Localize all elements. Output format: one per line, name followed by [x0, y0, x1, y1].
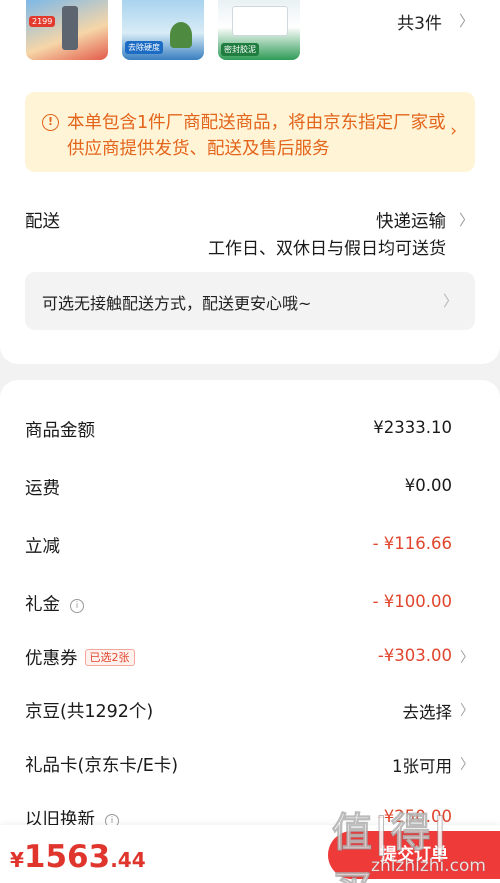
delivery-label: 配送	[25, 212, 60, 232]
coupon-label-wrap: 优惠券 已选2张	[25, 645, 135, 670]
delivery-method[interactable]: 快递运输	[376, 208, 446, 233]
discount-label: 立减	[25, 537, 60, 557]
total-decimal: .44	[110, 848, 146, 872]
product-thumb-3[interactable]: 密封胶泥	[218, 0, 300, 60]
item-count-label[interactable]: 共3件	[397, 9, 442, 34]
chevron-right-icon: 〉	[460, 703, 474, 719]
product-image-shape	[62, 6, 78, 50]
shipping-row: 运费 ¥0.00	[0, 472, 500, 502]
total-integer: 1563	[23, 839, 111, 875]
jingdou-row[interactable]: 京豆(共1292个) 去选择 〉	[0, 695, 500, 725]
coupon-value: -¥303.00	[377, 646, 452, 665]
total-currency: ¥	[10, 848, 24, 872]
shipping-label: 运费	[25, 479, 60, 499]
submit-order-button[interactable]: 提交订单	[328, 831, 500, 879]
product-thumb-1[interactable]: 2199	[26, 0, 108, 60]
chevron-right-icon: 〉	[460, 650, 474, 666]
contactless-delivery-option[interactable]: 可选无接触配送方式，配送更安心哦~ 〉	[25, 272, 475, 330]
jingdou-label: 京豆(共1292个)	[25, 702, 154, 722]
product-thumbnails[interactable]: 2199 去除硬度 密封胶泥	[26, 0, 300, 60]
gift-money-label: 礼金	[25, 595, 60, 615]
coupon-label: 优惠券	[25, 649, 78, 669]
chevron-right-icon[interactable]: 〉	[459, 10, 474, 31]
gift-money-row: 礼金 i - ¥100.00	[0, 588, 500, 618]
checkout-bar: ¥1563.44 提交订单	[0, 825, 500, 883]
info-icon[interactable]: i	[70, 599, 84, 613]
product-image-shape	[170, 22, 192, 48]
order-total: ¥1563.44	[10, 839, 146, 875]
gift-card-label: 礼品卡(京东卡/E卡)	[25, 756, 179, 776]
discount-value: - ¥116.66	[372, 534, 452, 553]
coupon-row[interactable]: 优惠券 已选2张 -¥303.00 〉	[0, 642, 500, 672]
product-thumb-badge: 2199	[29, 16, 56, 27]
vendor-delivery-notice[interactable]: ! 本单包含1件厂商配送商品，将由京东指定厂家或供应商提供发货、配送及售后服务 …	[25, 92, 475, 172]
product-image-shape	[232, 6, 288, 36]
shipping-value: ¥0.00	[404, 476, 452, 495]
delivery-time: 工作日、双休日与假日均可送货	[208, 239, 446, 259]
gift-money-value: - ¥100.00	[372, 592, 452, 611]
coupon-selected-badge: 已选2张	[84, 649, 135, 666]
goods-amount-label: 商品金额	[25, 421, 95, 441]
chevron-right-icon: 〉	[460, 757, 474, 773]
goods-amount-value: ¥2333.10	[373, 418, 452, 437]
gift-card-row[interactable]: 礼品卡(京东卡/E卡) 1张可用 〉	[0, 749, 500, 779]
trade-in-value: -¥250.00	[377, 807, 452, 826]
discount-row: 立减 - ¥116.66	[0, 530, 500, 560]
product-thumb-2[interactable]: 去除硬度	[122, 0, 204, 60]
gift-card-value: 1张可用	[392, 757, 452, 776]
info-icon: !	[42, 114, 59, 131]
jingdou-value: 去选择	[402, 703, 453, 722]
product-thumb-badge: 去除硬度	[125, 41, 163, 54]
product-thumb-badge: 密封胶泥	[221, 43, 259, 56]
contactless-text: 可选无接触配送方式，配送更安心哦~	[42, 294, 312, 313]
gift-money-label-wrap: 礼金 i	[25, 591, 84, 616]
notice-text: 本单包含1件厂商配送商品，将由京东指定厂家或供应商提供发货、配送及售后服务	[67, 113, 446, 159]
chevron-right-icon: ›	[450, 121, 457, 141]
chevron-right-icon: 〉	[442, 292, 458, 310]
order-items-card: 2199 去除硬度 密封胶泥 共3件 〉 ! 本单包含1件厂商配送商品，将由京东…	[0, 0, 500, 364]
chevron-right-icon[interactable]: 〉	[459, 209, 474, 230]
goods-amount-row: 商品金额 ¥2333.10	[0, 414, 500, 444]
price-summary-card: 商品金额 ¥2333.10 运费 ¥0.00 立减 - ¥116.66 礼金 i …	[0, 380, 500, 883]
